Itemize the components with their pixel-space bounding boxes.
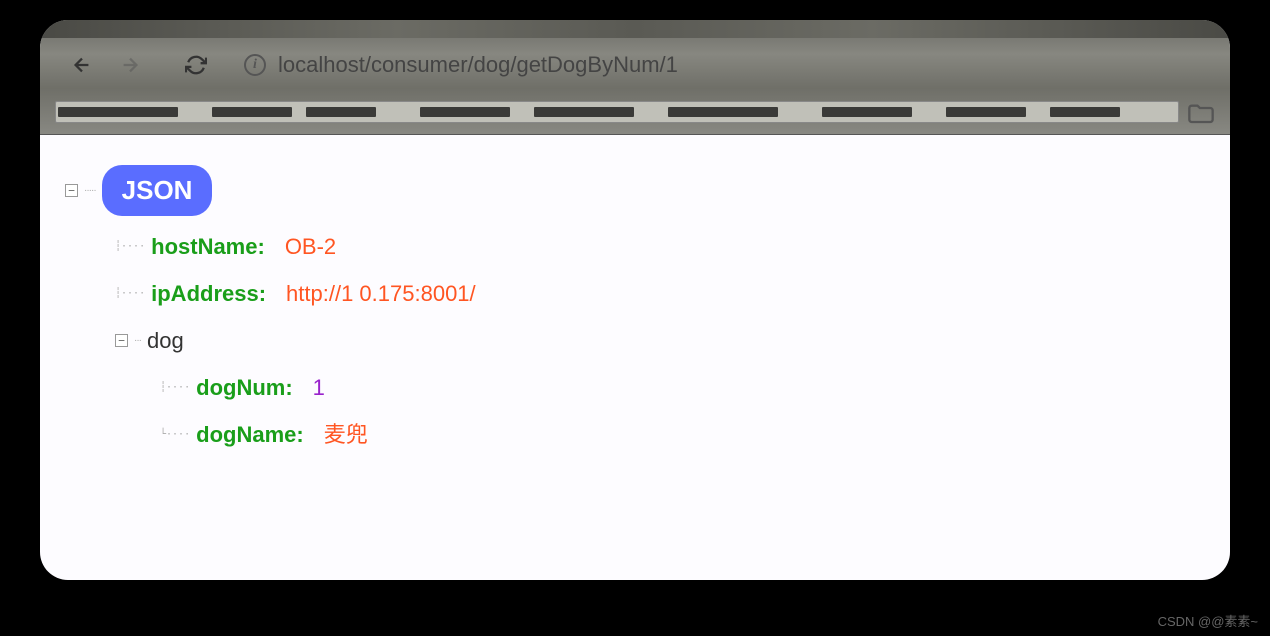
browser-window: i localhost/consumer/dog/getDogByNum/1 bbox=[40, 20, 1230, 580]
bookmark-row bbox=[40, 92, 1230, 132]
json-key: ipAddress bbox=[151, 277, 259, 310]
tree-connector: ··· bbox=[134, 333, 141, 348]
url-text: localhost/consumer/dog/getDogByNum/1 bbox=[278, 52, 678, 78]
tree-connector: ····· bbox=[84, 183, 96, 198]
json-object-dog: − ··· dog bbox=[115, 324, 1205, 357]
collapse-icon[interactable]: − bbox=[65, 184, 78, 197]
watermark: CSDN @@素素~ bbox=[1158, 611, 1258, 630]
forward-button[interactable] bbox=[118, 53, 142, 77]
tab-strip bbox=[40, 20, 1230, 38]
json-key: dogName bbox=[196, 418, 296, 451]
json-object-label: dog bbox=[147, 324, 184, 357]
json-value-string: 麦兜 bbox=[324, 418, 368, 451]
json-property-dogname: └···· dogName : 麦兜 bbox=[160, 418, 1205, 451]
json-key: hostName bbox=[151, 230, 257, 263]
json-tree-viewer: − ····· JSON ┆···· hostName : OB-2 ┆····… bbox=[65, 165, 1205, 451]
json-property-hostname: ┆···· hostName : OB-2 bbox=[115, 230, 1205, 263]
bookmark-bar[interactable] bbox=[55, 101, 1179, 123]
reload-button[interactable] bbox=[184, 53, 208, 77]
address-bar[interactable]: i localhost/consumer/dog/getDogByNum/1 bbox=[244, 52, 678, 78]
json-property-dognum: ┆···· dogNum : 1 bbox=[160, 371, 1205, 404]
tree-connector: ┆···· bbox=[115, 286, 151, 301]
json-colon: : bbox=[285, 371, 292, 404]
page-content: − ····· JSON ┆···· hostName : OB-2 ┆····… bbox=[40, 135, 1230, 495]
navigation-row: i localhost/consumer/dog/getDogByNum/1 bbox=[40, 38, 1230, 92]
back-button[interactable] bbox=[70, 53, 94, 77]
json-root-badge: JSON bbox=[102, 165, 213, 216]
json-root-node: − ····· JSON bbox=[65, 165, 1205, 216]
json-value-string: http://1 0.175:8001/ bbox=[286, 277, 476, 310]
site-info-icon[interactable]: i bbox=[244, 54, 266, 76]
json-colon: : bbox=[257, 230, 264, 263]
tree-connector: ┆···· bbox=[160, 380, 196, 395]
bookmark-folder-icon[interactable] bbox=[1187, 101, 1215, 123]
json-value-string: OB-2 bbox=[285, 230, 336, 263]
collapse-icon[interactable]: − bbox=[115, 334, 128, 347]
tree-connector: └···· bbox=[160, 427, 196, 442]
json-colon: : bbox=[259, 277, 266, 310]
browser-toolbar: i localhost/consumer/dog/getDogByNum/1 bbox=[40, 20, 1230, 135]
json-colon: : bbox=[296, 418, 303, 451]
json-property-ipaddress: ┆···· ipAddress : http://1 0.175:8001/ bbox=[115, 277, 1205, 310]
json-key: dogNum bbox=[196, 371, 285, 404]
tree-connector: ┆···· bbox=[115, 239, 151, 254]
json-value-number: 1 bbox=[313, 371, 325, 404]
